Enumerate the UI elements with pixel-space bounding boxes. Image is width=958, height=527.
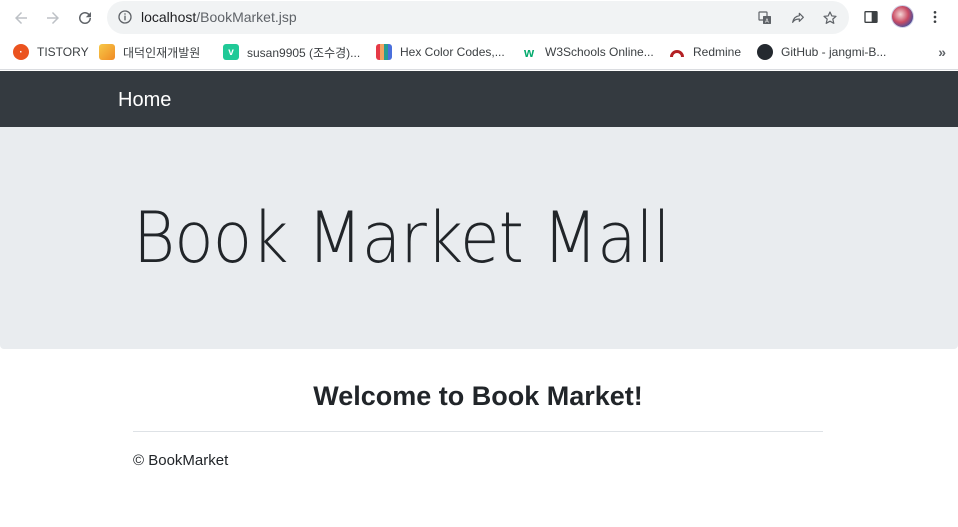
bookmarks-more-button[interactable]: » (938, 44, 946, 60)
star-icon (823, 11, 837, 24)
github-icon (757, 44, 773, 60)
bookmark-daedeok[interactable]: 대덕인재개발원 (99, 43, 200, 61)
page-title: Book Market Mall (133, 197, 671, 279)
divider (133, 431, 823, 432)
bookmark-star-button[interactable] (820, 8, 840, 28)
reload-icon (79, 11, 91, 24)
hex-color-icon (376, 44, 392, 60)
bookmark-label: TISTORY (37, 45, 89, 59)
bookmark-w3schools[interactable]: w W3Schools Online... (521, 43, 654, 61)
translate-button[interactable]: A (755, 8, 775, 28)
footer-copyright: © BookMarket (133, 452, 229, 469)
bookmarks-bar: · TISTORY 대덕인재개발원 v susan9905 (조수경)... H… (0, 35, 958, 70)
side-panel-button[interactable] (860, 6, 882, 28)
kebab-menu-icon (933, 11, 937, 23)
redmine-icon (669, 44, 685, 60)
address-bar[interactable]: localhost/BookMarket.jsp A (107, 1, 849, 34)
w3schools-icon: w (523, 44, 535, 60)
bookmark-github[interactable]: GitHub - jangmi-B... (757, 43, 886, 61)
bookmark-label: W3Schools Online... (545, 45, 654, 59)
url-path: /BookMarket.jsp (196, 9, 297, 25)
bookmark-redmine[interactable]: Redmine (669, 43, 741, 61)
bookmark-label: Hex Color Codes,... (400, 45, 505, 59)
menu-button[interactable] (924, 6, 946, 28)
velog-icon: v (223, 44, 239, 60)
arrow-left-icon (15, 12, 27, 24)
forward-button[interactable] (41, 6, 65, 30)
url-host: localhost (141, 9, 197, 25)
daedeok-icon (99, 44, 115, 60)
navbar-home-link[interactable]: Home (118, 89, 171, 112)
back-button[interactable] (9, 6, 33, 30)
bookmark-tistory[interactable]: · TISTORY (13, 43, 89, 61)
browser-toolbar: localhost/BookMarket.jsp A (0, 0, 958, 35)
bookmark-label: GitHub - jangmi-B... (781, 45, 887, 59)
url-text: localhost/BookMarket.jsp (141, 9, 297, 25)
site-navbar: Home (0, 71, 958, 127)
share-button[interactable] (788, 8, 808, 28)
bookmark-label: susan9905 (조수경)... (247, 45, 361, 60)
translate-icon: A (758, 11, 771, 25)
tistory-icon: · (13, 44, 29, 60)
bookmark-label: Redmine (693, 45, 742, 59)
info-icon[interactable] (117, 9, 133, 25)
share-icon (792, 12, 804, 23)
bookmark-hex-colors[interactable]: Hex Color Codes,... (376, 43, 505, 61)
arrow-right-icon (47, 12, 59, 24)
side-panel-icon (864, 11, 878, 23)
jumbotron: Book Market Mall (0, 127, 958, 349)
profile-avatar[interactable] (891, 5, 914, 28)
svg-text:A: A (765, 19, 769, 25)
reload-button[interactable] (73, 6, 97, 30)
welcome-heading: Welcome to Book Market! (313, 381, 643, 411)
bookmark-velog[interactable]: v susan9905 (조수경)... (223, 43, 360, 61)
bookmark-label: 대덕인재개발원 (123, 45, 201, 60)
